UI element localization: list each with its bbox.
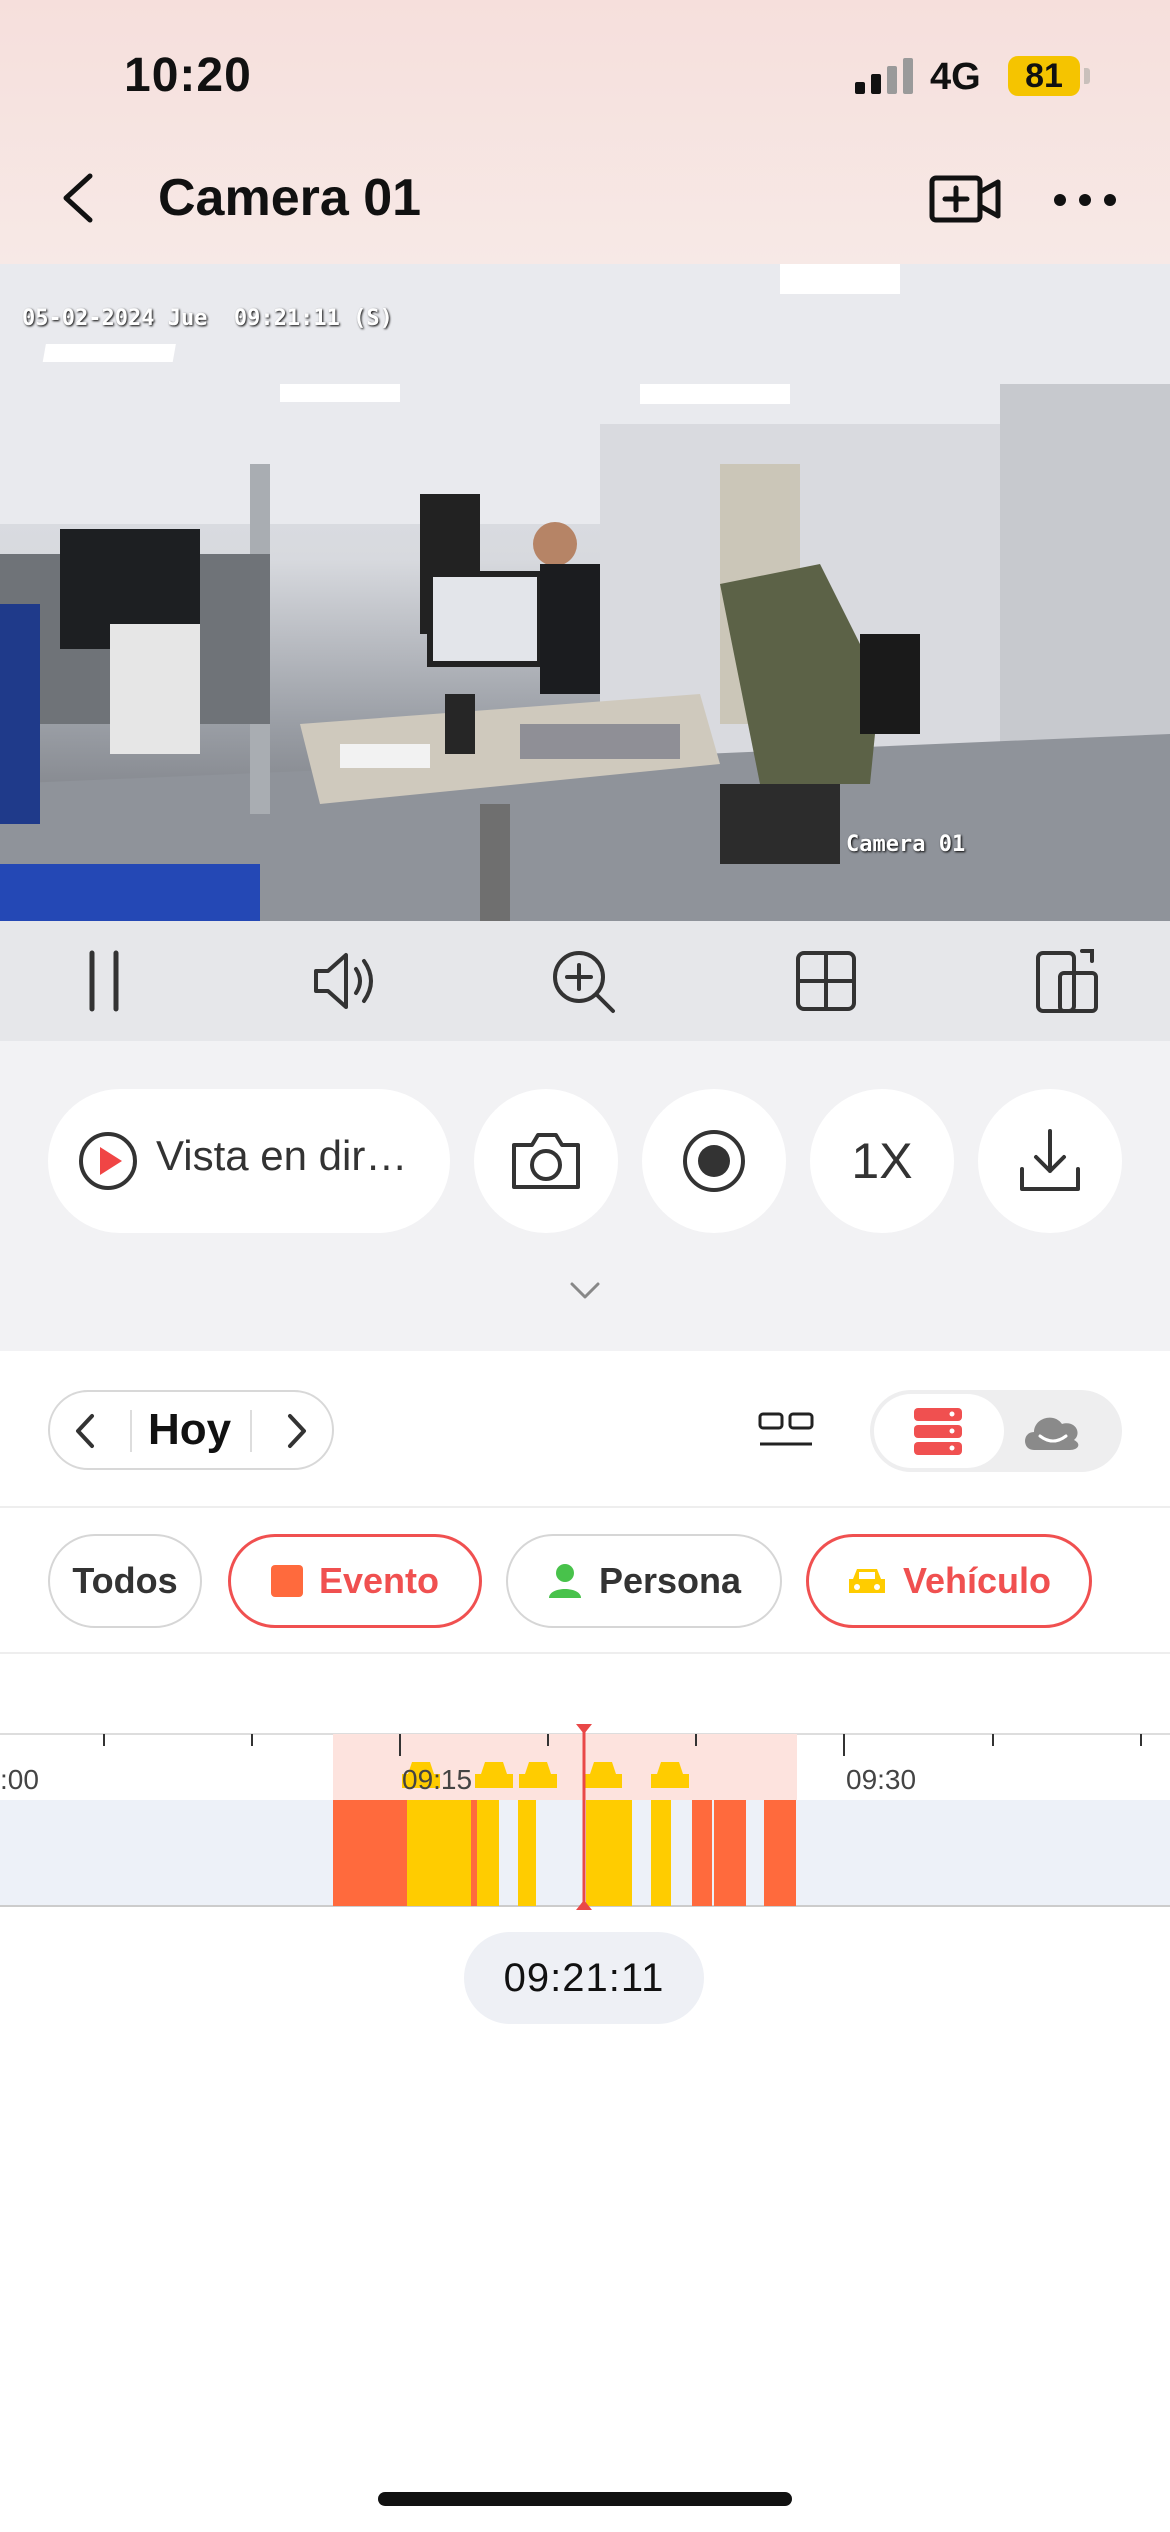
play-circle-icon: [79, 1132, 137, 1190]
filter-vehicle-chip[interactable]: Vehículo: [806, 1534, 1092, 1628]
filter-vehicle-label: Vehículo: [902, 1560, 1052, 1601]
network-type: 4G: [930, 56, 981, 98]
signal-icon: [855, 58, 915, 94]
download-icon: [1020, 1129, 1080, 1191]
zoom-button[interactable]: [545, 943, 625, 1019]
cloud-storage-icon: [1025, 1417, 1079, 1450]
thumbnail-view-icon[interactable]: [756, 1408, 816, 1454]
playback-speed-button[interactable]: 1X: [810, 1089, 954, 1233]
zoom-in-icon: [553, 951, 615, 1013]
battery-level: 81: [1008, 56, 1080, 96]
current-time-display: 09:21:11: [464, 1932, 704, 2024]
pause-icon: [89, 950, 119, 1012]
tick-label-partial: :00: [0, 1764, 39, 1795]
playback-timeline[interactable]: :00 09:15 09:30: [0, 1700, 1170, 1920]
server-storage-icon: [914, 1408, 962, 1455]
record-button[interactable]: [642, 1089, 786, 1233]
battery-tip: [1084, 68, 1090, 84]
rotate-screen-icon: [1036, 949, 1098, 1013]
event-square-icon: [270, 1565, 303, 1597]
chevron-left-icon: [63, 173, 93, 223]
live-view-label: Vista en dir…: [156, 1132, 408, 1179]
home-indicator[interactable]: [378, 2492, 792, 2506]
pause-button[interactable]: [64, 943, 144, 1019]
day-divider-left: [130, 1410, 132, 1452]
audio-button[interactable]: [306, 943, 386, 1019]
card-divider-1: [0, 1506, 1170, 1508]
page-title: Camera 01: [158, 169, 422, 227]
tick-label-0930: 09:30: [846, 1764, 917, 1795]
filter-all-chip[interactable]: Todos: [48, 1534, 202, 1628]
card-divider-2: [0, 1652, 1170, 1654]
filter-person-label: Persona: [598, 1560, 742, 1601]
multiview-button[interactable]: [786, 943, 866, 1019]
more-horizontal-icon: [1054, 194, 1116, 206]
grid-icon: [796, 951, 856, 1011]
video-timestamp-overlay: 05-02-2024 Jue 09:21:11 (S): [22, 306, 393, 331]
timeline-graph: [0, 1724, 1170, 1910]
video-camera-label-overlay: Camera 01: [846, 832, 966, 857]
filter-event-label: Evento: [318, 1560, 440, 1601]
person-icon: [548, 1564, 581, 1598]
day-label: Hoy: [148, 1405, 232, 1454]
video-add-icon: [929, 175, 1001, 223]
download-button[interactable]: [978, 1089, 1122, 1233]
filter-person-chip[interactable]: Persona: [506, 1534, 782, 1628]
more-options-button[interactable]: [1050, 180, 1120, 220]
record-icon: [683, 1130, 745, 1192]
filter-event-chip[interactable]: Evento: [228, 1534, 482, 1628]
speaker-icon: [314, 953, 373, 1009]
previous-day-icon[interactable]: [66, 1408, 106, 1454]
camera-video-feed[interactable]: 05-02-2024 Jue 09:21:11 (S) Camera 01: [0, 264, 1170, 921]
expand-chevron-icon[interactable]: [568, 1280, 602, 1302]
status-time: 10:20: [124, 49, 252, 102]
car-icon: [848, 1569, 885, 1593]
playback-control-bar: [0, 921, 1170, 1041]
fullscreen-button[interactable]: [1026, 943, 1106, 1019]
filter-all-label: Todos: [72, 1560, 178, 1601]
day-divider-right: [250, 1410, 252, 1452]
snapshot-button[interactable]: [474, 1089, 618, 1233]
office-scene-image: [0, 264, 1170, 921]
camera-icon: [512, 1133, 580, 1189]
next-day-icon[interactable]: [276, 1408, 316, 1454]
record-video-button[interactable]: [928, 168, 1004, 230]
back-button[interactable]: [50, 162, 110, 234]
tick-label-0915: 09:15: [402, 1764, 473, 1795]
